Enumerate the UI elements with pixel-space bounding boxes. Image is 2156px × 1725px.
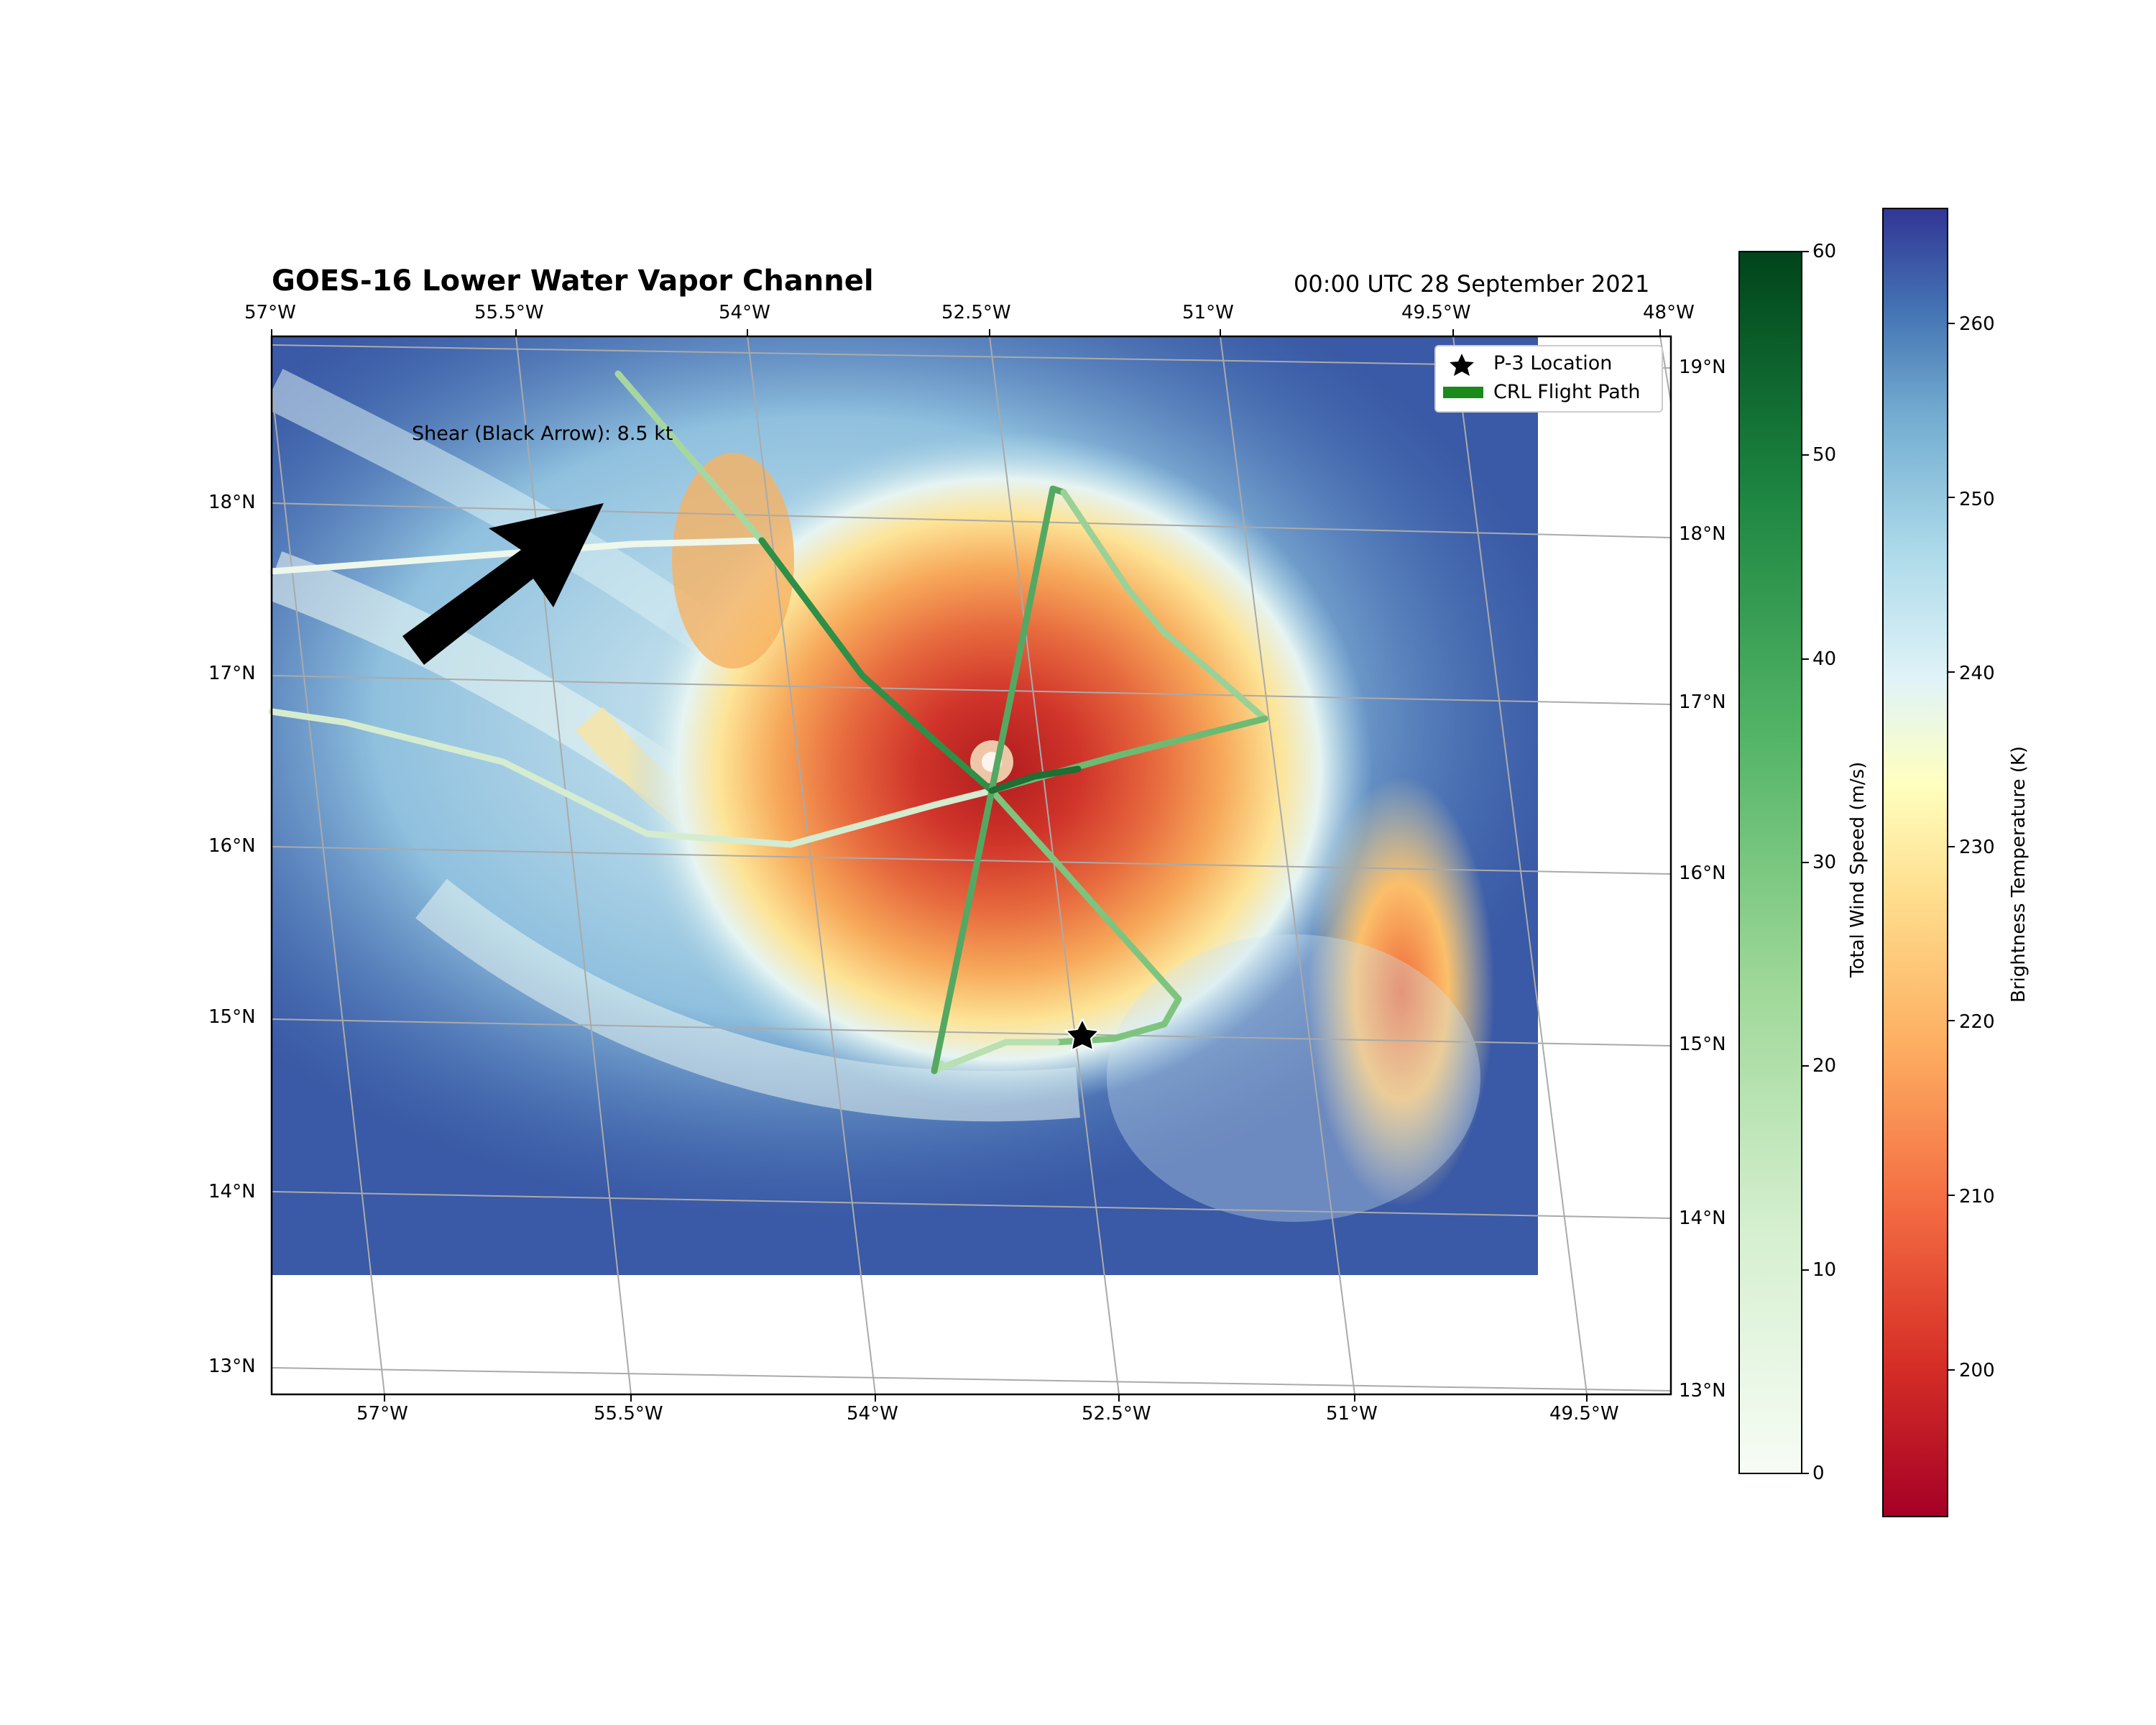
lon-tick-bottom: 51°W <box>1326 1403 1378 1425</box>
temp-tick: 240 <box>1959 663 1995 684</box>
lat-tick-right: 17°N <box>1679 691 1726 713</box>
temp-colorbar-label: Brightness Temperature (K) <box>2008 745 2030 1003</box>
lon-tick-top: 52.5°W <box>941 302 1011 323</box>
lon-tick-top: 55.5°W <box>474 302 544 323</box>
legend-p3-label: P-3 Location <box>1493 352 1613 374</box>
map-legend: P-3 Location CRL Flight Path <box>1434 345 1663 413</box>
lon-tick-bottom: 49.5°W <box>1549 1403 1619 1425</box>
wind-tick: 50 <box>1812 444 1837 466</box>
lon-tick-top: 49.5°W <box>1401 302 1471 323</box>
lat-tick-right: 16°N <box>1679 862 1726 884</box>
wind-speed-colorbar <box>1738 251 1809 1474</box>
lon-tick-top: 54°W <box>719 302 770 323</box>
lat-tick-left: 13°N <box>208 1356 256 1377</box>
temp-tick: 220 <box>1959 1011 1995 1033</box>
lat-tick-right: 13°N <box>1679 1380 1726 1402</box>
temp-tick: 200 <box>1959 1360 1995 1381</box>
wind-colorbar-label: Total Wind Speed (m/s) <box>1847 761 1869 978</box>
lon-tick-top: 48°W <box>1643 302 1695 323</box>
temp-tick: 210 <box>1959 1186 1995 1208</box>
lat-tick-left: 18°N <box>208 492 256 513</box>
brightness-temp-colorbar <box>1882 208 1955 1517</box>
lat-tick-left: 16°N <box>208 835 256 857</box>
wind-tick: 20 <box>1812 1055 1837 1077</box>
legend-star-icon <box>1450 354 1474 376</box>
lon-tick-top: 51°W <box>1182 302 1234 323</box>
lat-tick-right: 14°N <box>1679 1208 1726 1229</box>
lat-tick-left: 17°N <box>208 663 256 684</box>
shear-annotation: Shear (Black Arrow): 8.5 kt <box>412 423 673 445</box>
temp-tick: 260 <box>1959 313 1995 335</box>
lon-tick-bottom: 55.5°W <box>594 1403 663 1425</box>
lat-tick-left: 15°N <box>208 1006 256 1028</box>
lon-tick-bottom: 54°W <box>847 1403 898 1425</box>
lon-tick-bottom: 52.5°W <box>1082 1403 1151 1425</box>
lon-tick-top: 57°W <box>244 302 296 323</box>
wind-tick: 60 <box>1812 241 1837 262</box>
wind-tick: 0 <box>1812 1463 1825 1484</box>
wind-tick: 30 <box>1812 852 1837 873</box>
temp-tick: 250 <box>1959 489 1995 510</box>
water-vapor-image <box>272 336 1538 1275</box>
lon-tick-bottom: 57°W <box>356 1403 408 1425</box>
lat-tick-right: 19°N <box>1679 356 1726 378</box>
lat-tick-left: 14°N <box>208 1181 256 1202</box>
temp-tick: 230 <box>1959 837 1995 858</box>
wind-tick: 10 <box>1812 1259 1837 1281</box>
legend-flight-label: CRL Flight Path <box>1493 381 1641 403</box>
lat-tick-right: 18°N <box>1679 523 1726 545</box>
wind-tick: 40 <box>1812 648 1837 670</box>
lat-tick-right: 15°N <box>1679 1034 1726 1055</box>
legend-flight-swatch <box>1443 387 1483 398</box>
